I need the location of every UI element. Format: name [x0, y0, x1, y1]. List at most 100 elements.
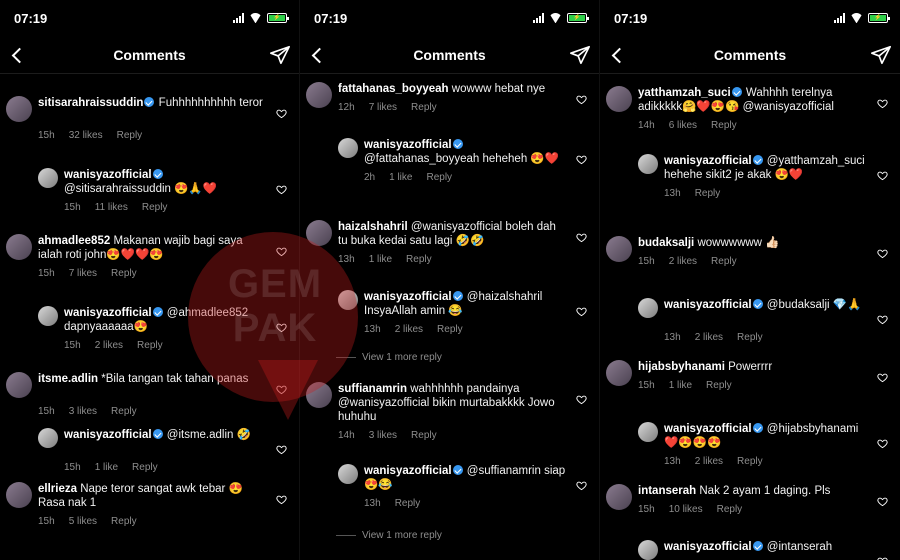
avatar[interactable] — [38, 306, 58, 326]
reply-button[interactable]: Reply — [117, 130, 143, 141]
like-count[interactable]: 1 like — [369, 254, 392, 265]
avatar[interactable] — [6, 482, 32, 508]
avatar[interactable] — [638, 422, 658, 442]
heart-icon[interactable] — [877, 246, 888, 259]
username[interactable]: wanisyazofficial — [364, 291, 452, 303]
reply-button[interactable]: Reply — [395, 498, 421, 509]
send-icon[interactable] — [569, 44, 591, 66]
username[interactable]: wanisyazofficial — [64, 169, 152, 181]
heart-icon[interactable] — [877, 168, 888, 181]
reply-button[interactable]: Reply — [711, 256, 737, 267]
username[interactable]: wanisyazofficial — [664, 155, 752, 167]
heart-icon[interactable] — [576, 304, 587, 317]
like-count[interactable]: 1 like — [669, 380, 692, 391]
heart-icon[interactable] — [877, 312, 888, 325]
like-count[interactable]: 2 likes — [669, 256, 697, 267]
heart-icon[interactable] — [576, 478, 587, 491]
username[interactable]: wanisyazofficial — [64, 429, 152, 441]
username[interactable]: wanisyazofficial — [664, 423, 752, 435]
reply-button[interactable]: Reply — [695, 188, 721, 199]
heart-icon[interactable] — [576, 392, 587, 405]
avatar[interactable] — [6, 96, 32, 122]
avatar[interactable] — [638, 298, 658, 318]
like-count[interactable]: 3 likes — [369, 430, 397, 441]
reply-button[interactable]: Reply — [737, 456, 763, 467]
avatar[interactable] — [606, 484, 632, 510]
avatar[interactable] — [638, 540, 658, 560]
avatar[interactable] — [606, 86, 632, 112]
send-icon[interactable] — [269, 44, 291, 66]
like-count[interactable]: 2 likes — [695, 332, 723, 343]
avatar[interactable] — [6, 372, 32, 398]
reply-button[interactable]: Reply — [406, 254, 432, 265]
reply-button[interactable]: Reply — [111, 406, 137, 417]
like-count[interactable]: 7 likes — [369, 102, 397, 113]
heart-icon[interactable] — [877, 370, 888, 383]
heart-icon[interactable] — [276, 106, 287, 119]
like-count[interactable]: 2 likes — [695, 456, 723, 467]
avatar[interactable] — [338, 138, 358, 158]
like-count[interactable]: 7 likes — [69, 268, 97, 279]
back-icon[interactable] — [608, 45, 628, 65]
heart-icon[interactable] — [576, 92, 587, 105]
username[interactable]: ellrieza — [38, 483, 77, 495]
avatar[interactable] — [606, 360, 632, 386]
reply-button[interactable]: Reply — [426, 172, 452, 183]
heart-icon[interactable] — [877, 494, 888, 507]
reply-button[interactable]: Reply — [111, 516, 137, 527]
username[interactable]: wanisyazofficial — [364, 139, 452, 151]
username[interactable]: wanisyazofficial — [664, 299, 752, 311]
username[interactable]: sitisarahraissuddin — [38, 97, 143, 109]
reply-button[interactable]: Reply — [411, 430, 437, 441]
heart-icon[interactable] — [877, 96, 888, 109]
like-count[interactable]: 10 likes — [669, 504, 703, 515]
username[interactable]: hijabsbyhanami — [638, 361, 725, 373]
reply-button[interactable]: Reply — [111, 268, 137, 279]
heart-icon[interactable] — [276, 442, 287, 455]
like-count[interactable]: 3 likes — [69, 406, 97, 417]
like-count[interactable]: 6 likes — [669, 120, 697, 131]
reply-button[interactable]: Reply — [411, 102, 437, 113]
avatar[interactable] — [6, 234, 32, 260]
username[interactable]: intanserah — [638, 485, 696, 497]
username[interactable]: itsme.adlin — [38, 373, 98, 385]
heart-icon[interactable] — [877, 436, 888, 449]
avatar[interactable] — [38, 428, 58, 448]
username[interactable]: budaksalji — [638, 237, 694, 249]
like-count[interactable]: 2 likes — [395, 324, 423, 335]
avatar[interactable] — [638, 154, 658, 174]
view-more-replies-link[interactable]: View 1 more reply — [336, 530, 442, 541]
like-count[interactable]: 2 likes — [95, 340, 123, 351]
heart-icon[interactable] — [576, 152, 587, 165]
back-icon[interactable] — [8, 45, 28, 65]
reply-button[interactable]: Reply — [737, 332, 763, 343]
heart-icon[interactable] — [877, 554, 888, 560]
reply-button[interactable]: Reply — [717, 504, 743, 515]
reply-button[interactable]: Reply — [142, 202, 168, 213]
view-more-replies-link[interactable]: View 1 more reply — [336, 352, 442, 363]
avatar[interactable] — [606, 236, 632, 262]
username[interactable]: fattahanas_boyyeah — [338, 83, 449, 95]
reply-button[interactable]: Reply — [706, 380, 732, 391]
like-count[interactable]: 1 like — [95, 462, 118, 473]
back-icon[interactable] — [308, 45, 328, 65]
reply-button[interactable]: Reply — [137, 340, 163, 351]
avatar[interactable] — [338, 464, 358, 484]
reply-button[interactable]: Reply — [437, 324, 463, 335]
reply-button[interactable]: Reply — [132, 462, 158, 473]
avatar[interactable] — [306, 82, 332, 108]
like-count[interactable]: 11 likes — [95, 202, 128, 213]
reply-button[interactable]: Reply — [711, 120, 737, 131]
like-count[interactable]: 1 like — [389, 172, 412, 183]
username[interactable]: wanisyazofficial — [64, 307, 152, 319]
username[interactable]: wanisyazofficial — [664, 541, 752, 553]
avatar[interactable] — [38, 168, 58, 188]
username[interactable]: suffianamrin — [338, 383, 407, 395]
username[interactable]: yatthamzah_suci — [638, 87, 731, 99]
like-count[interactable]: 5 likes — [69, 516, 97, 527]
username[interactable]: ahmadlee852 — [38, 235, 110, 247]
send-icon[interactable] — [870, 44, 892, 66]
heart-icon[interactable] — [576, 230, 587, 243]
username[interactable]: haizalshahril — [338, 221, 408, 233]
heart-icon[interactable] — [276, 492, 287, 505]
